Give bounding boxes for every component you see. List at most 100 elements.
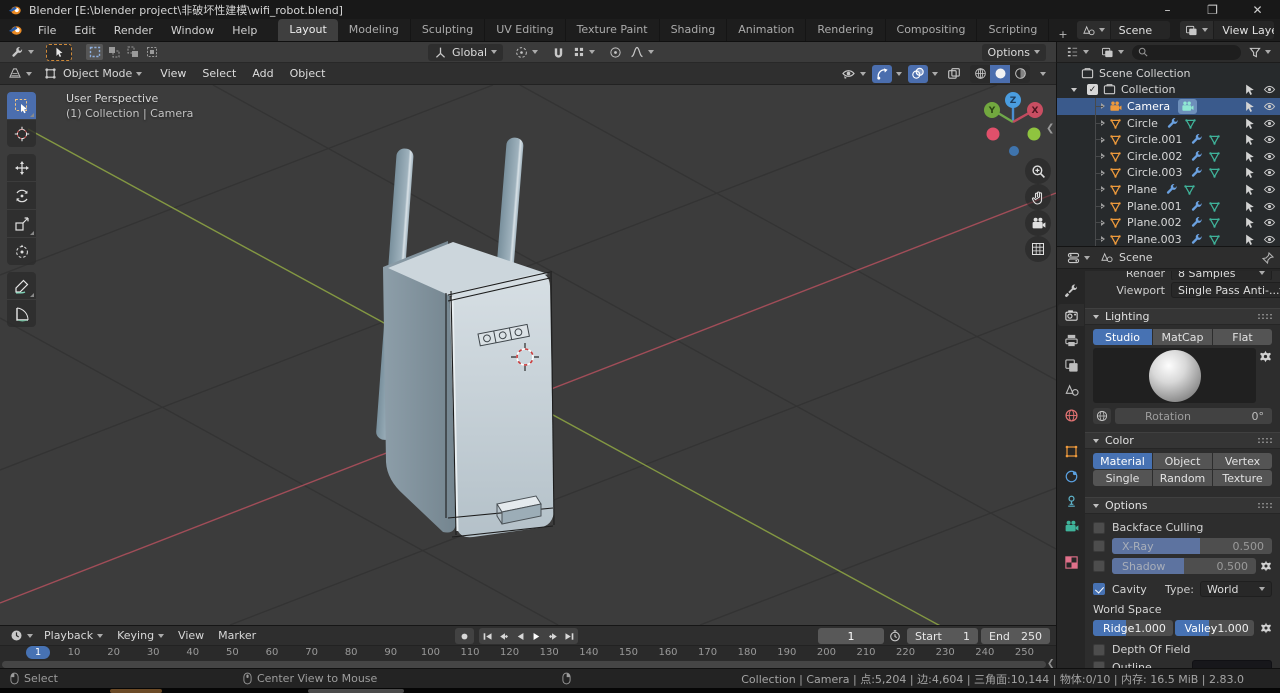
- select-pointer-icon[interactable]: [1243, 117, 1256, 130]
- color-random-button[interactable]: Random: [1153, 470, 1212, 486]
- select-pointer-icon[interactable]: [1243, 100, 1256, 113]
- menu-window[interactable]: Window: [162, 24, 223, 37]
- menu-help[interactable]: Help: [223, 24, 266, 37]
- play-button[interactable]: [529, 628, 546, 644]
- scene-browse-icon[interactable]: [1076, 21, 1111, 39]
- sidebar-collapse-arrow[interactable]: ❮: [1046, 123, 1054, 134]
- view-layer-name[interactable]: View Layer: [1214, 24, 1274, 37]
- lighting-flat-button[interactable]: Flat: [1213, 329, 1272, 345]
- object-visibility-dropdown[interactable]: [841, 67, 866, 80]
- workspace-tab-shading[interactable]: Shading: [659, 19, 728, 41]
- frame-tick[interactable]: 200: [812, 647, 840, 658]
- frame-tick[interactable]: 80: [337, 647, 365, 658]
- studio-light-preview[interactable]: [1093, 348, 1271, 403]
- tool-select-box[interactable]: [7, 92, 36, 119]
- outliner-item-camera[interactable]: Camera: [1057, 98, 1280, 115]
- outliner-item-label[interactable]: Circle.003: [1127, 166, 1182, 179]
- frame-tick[interactable]: 90: [377, 647, 405, 658]
- outliner-item-label[interactable]: Camera: [1127, 100, 1170, 113]
- pin-icon[interactable]: [1262, 251, 1274, 264]
- options-dropdown[interactable]: Options: [981, 43, 1046, 61]
- collection-checkbox[interactable]: ✓: [1087, 84, 1098, 96]
- viewport-menu-add[interactable]: Add: [244, 67, 281, 80]
- color-single-button[interactable]: Single: [1093, 470, 1152, 486]
- backface-culling-checkbox[interactable]: [1093, 521, 1105, 534]
- tab-render[interactable]: [1058, 304, 1084, 326]
- outliner-display-mode-icon[interactable]: [1097, 47, 1128, 58]
- timeline-menu-playback[interactable]: Playback: [37, 629, 110, 642]
- frame-tick[interactable]: 180: [733, 647, 761, 658]
- visibility-eye-icon[interactable]: [1263, 83, 1276, 96]
- show-overlays-toggle[interactable]: [908, 64, 928, 83]
- tab-tool[interactable]: [1058, 279, 1084, 301]
- panel-drag-grip[interactable]: [1257, 437, 1272, 444]
- frame-tick[interactable]: 110: [456, 647, 484, 658]
- pan-view-button[interactable]: [1025, 184, 1051, 210]
- outliner-editor-type-icon[interactable]: [1062, 46, 1093, 58]
- frame-tick[interactable]: 70: [298, 647, 326, 658]
- ridge-slider[interactable]: Ridge 1.000: [1093, 620, 1173, 636]
- frame-tick[interactable]: 50: [218, 647, 246, 658]
- show-gizmo-toggle[interactable]: [872, 64, 892, 83]
- tab-constraints[interactable]: [1058, 490, 1084, 512]
- outliner-item-circle-003[interactable]: Circle.003: [1057, 164, 1280, 182]
- timeline-menu-view[interactable]: View: [171, 629, 211, 642]
- outliner-item-circle-002[interactable]: Circle.002: [1057, 147, 1280, 165]
- viewport-samples-dropdown[interactable]: Single Pass Anti-...: [1171, 282, 1280, 298]
- outliner-item-plane-003[interactable]: Plane.003: [1057, 230, 1280, 246]
- gizmo-x-negative[interactable]: [986, 127, 1000, 141]
- tool-transform[interactable]: [7, 238, 36, 265]
- workspace-tab-sculpting[interactable]: Sculpting: [410, 19, 486, 41]
- outliner-collection[interactable]: ✓ Collection: [1057, 82, 1280, 99]
- shading-material-button[interactable]: [1010, 65, 1030, 83]
- frame-tick[interactable]: 100: [416, 647, 444, 658]
- tool-measure[interactable]: [7, 300, 36, 327]
- outliner-item-plane-001[interactable]: Plane.001: [1057, 197, 1280, 215]
- select-mode-subtract-icon[interactable]: [124, 44, 141, 60]
- outliner-item-plane[interactable]: Plane: [1057, 181, 1280, 198]
- workspace-tab-rendering[interactable]: Rendering: [806, 19, 886, 41]
- outliner-item-label[interactable]: Circle: [1127, 117, 1158, 130]
- snap-magnet-icon[interactable]: [548, 46, 569, 59]
- color-vertex-button[interactable]: Vertex: [1213, 453, 1272, 469]
- tool-settings-editor-icon[interactable]: [6, 46, 38, 59]
- outliner-item-label[interactable]: Circle.001: [1127, 133, 1182, 146]
- visibility-eye-icon[interactable]: [1263, 233, 1276, 246]
- minimize-button[interactable]: –: [1145, 0, 1190, 19]
- outline-checkbox[interactable]: [1093, 661, 1105, 668]
- outliner-item-label[interactable]: Plane.003: [1127, 233, 1182, 246]
- visibility-eye-icon[interactable]: [1263, 166, 1276, 179]
- select-pointer-icon[interactable]: [1243, 183, 1256, 196]
- outliner-item-label[interactable]: Plane.002: [1127, 216, 1182, 229]
- navigation-gizmo[interactable]: Z Y X: [975, 88, 1053, 166]
- select-pointer-icon[interactable]: [1243, 83, 1256, 96]
- viewport-menu-view[interactable]: View: [152, 67, 194, 80]
- render-samples-dropdown[interactable]: 8 Samples: [1171, 271, 1272, 280]
- tool-cursor[interactable]: [7, 120, 36, 147]
- color-texture-button[interactable]: Texture: [1213, 470, 1272, 486]
- tab-world[interactable]: [1058, 404, 1084, 426]
- select-pointer-icon[interactable]: [1243, 133, 1256, 146]
- tab-object[interactable]: [1058, 440, 1084, 462]
- outliner-item-plane-002[interactable]: Plane.002: [1057, 214, 1280, 231]
- workspace-tab-modeling[interactable]: Modeling: [337, 19, 411, 41]
- visibility-eye-icon[interactable]: [1263, 216, 1276, 229]
- camera-view-button[interactable]: [1025, 210, 1051, 236]
- cavity-settings-gear-icon[interactable]: [1260, 622, 1272, 634]
- outliner-scene-collection[interactable]: Scene Collection: [1057, 65, 1280, 82]
- tool-scale[interactable]: [7, 210, 36, 237]
- menu-edit[interactable]: Edit: [65, 24, 104, 37]
- outliner-filter-icon[interactable]: [1245, 47, 1275, 58]
- tab-view-layer[interactable]: [1058, 354, 1084, 376]
- rotation-slider[interactable]: Rotation 0°: [1115, 408, 1272, 424]
- tab-output[interactable]: [1058, 329, 1084, 351]
- collection-label[interactable]: Collection: [1121, 83, 1175, 96]
- panel-options-header[interactable]: Options: [1085, 497, 1280, 514]
- viewport-menu-object[interactable]: Object: [282, 67, 334, 80]
- cavity-type-dropdown[interactable]: World: [1200, 581, 1272, 597]
- outliner-item-label[interactable]: Plane.001: [1127, 200, 1182, 213]
- panel-drag-grip[interactable]: [1257, 502, 1272, 509]
- frame-tick[interactable]: 240: [971, 647, 999, 658]
- workspace-tab-animation[interactable]: Animation: [727, 19, 807, 41]
- play-reverse-button[interactable]: [512, 628, 529, 644]
